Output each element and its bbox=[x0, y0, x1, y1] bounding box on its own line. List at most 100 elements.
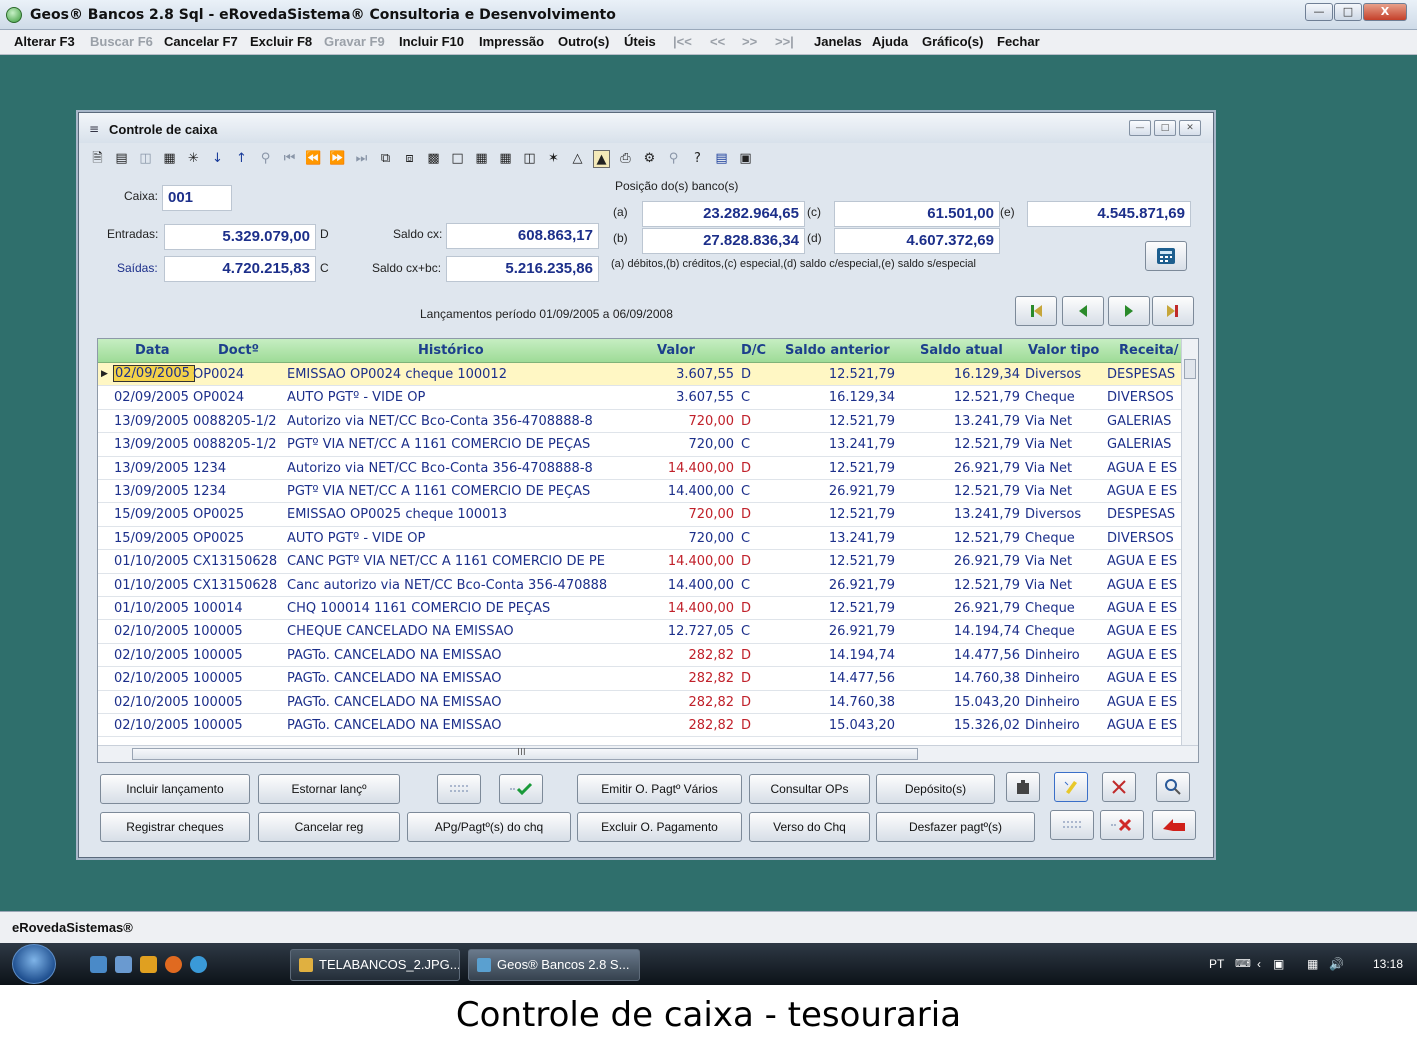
cell-valor[interactable]: 720,00 bbox=[689, 437, 735, 452]
menu-grafico[interactable]: Gráfico(s) bbox=[922, 34, 983, 49]
cell-dc[interactable]: D bbox=[741, 461, 761, 476]
new-icon[interactable]: 🗎 bbox=[89, 150, 106, 168]
cell-saldo-atual[interactable]: 12.521,79 bbox=[954, 484, 1020, 499]
table-row[interactable]: 13/09/2005 0088205-1/2 Autorizo via NET/CC… bbox=[98, 410, 1183, 434]
d-field[interactable]: 4.607.372,69 bbox=[834, 228, 1000, 254]
sort-desc-icon[interactable]: ↑ bbox=[233, 150, 250, 168]
saldo-cx-field[interactable]: 608.863,17 bbox=[446, 223, 599, 249]
menu-outros[interactable]: Outro(s) bbox=[558, 34, 609, 49]
cell-historico[interactable]: CHEQUE CANCELADO NA EMISSÃO bbox=[287, 624, 617, 639]
table-row[interactable]: 15/09/2005 OP0025 AUTO PGTº - VIDE OP 720,0… bbox=[98, 527, 1183, 551]
table-row[interactable]: 13/09/2005 1234 Autorizo via NET/CC Bco-Co… bbox=[98, 457, 1183, 480]
gear-icon[interactable]: ⚙ bbox=[641, 150, 658, 168]
cell-historico[interactable]: PAGTo. CANCELADO NA EMISSÃO bbox=[287, 648, 617, 663]
calendar-icon[interactable]: ◫ bbox=[521, 150, 538, 168]
cell-data[interactable]: 15/09/2005 bbox=[114, 531, 194, 546]
taskbar-item-telabancos[interactable]: TELABANCOS_2.JPG... bbox=[290, 949, 460, 981]
tray-expand-icon[interactable]: ‹ bbox=[1257, 957, 1261, 971]
table-row[interactable]: 02/10/2005 100005 PAGTo. CANCELADO NA EMIS… bbox=[98, 644, 1183, 668]
cell-data[interactable]: 01/10/2005 bbox=[114, 601, 194, 616]
menu-incluir[interactable]: Incluir F10 bbox=[399, 34, 464, 49]
menu-janelas[interactable]: Janelas bbox=[814, 34, 862, 49]
cell-valor-tipo[interactable]: Via Net bbox=[1025, 437, 1105, 452]
cell-dc[interactable]: D bbox=[741, 414, 761, 429]
language-indicator[interactable]: PT bbox=[1209, 957, 1224, 971]
cell-data[interactable]: 01/10/2005 bbox=[114, 554, 194, 569]
cell-valor-tipo[interactable]: Dinheiro bbox=[1025, 695, 1105, 710]
cell-docto[interactable]: 100005 bbox=[193, 695, 285, 710]
vscroll-thumb[interactable] bbox=[1184, 359, 1196, 379]
menu-cancelar[interactable]: Cancelar F7 bbox=[164, 34, 238, 49]
menu-first[interactable]: |<< bbox=[673, 34, 692, 49]
cell-dc[interactable]: D bbox=[741, 507, 761, 522]
menu-buscar[interactable]: Buscar F6 bbox=[90, 34, 153, 49]
cell-data[interactable]: 13/09/2005 bbox=[114, 461, 194, 476]
copy-doc-icon[interactable]: ▤ bbox=[113, 150, 130, 168]
menu-next[interactable]: >> bbox=[742, 34, 757, 49]
incluir-lancamento-button[interactable]: Incluir lançamento bbox=[100, 774, 250, 804]
cell-docto[interactable]: 100005 bbox=[193, 718, 285, 733]
cell-historico[interactable]: AUTO PGTº - VIDE OP bbox=[287, 390, 617, 405]
menu-fechar[interactable]: Fechar bbox=[997, 34, 1040, 49]
explorer-icon[interactable] bbox=[115, 956, 132, 973]
cell-saldo-atual[interactable]: 13.241,79 bbox=[954, 507, 1020, 522]
print-icon[interactable]: ⎙ bbox=[617, 150, 634, 168]
chart-icon[interactable]: ▤ bbox=[713, 150, 730, 168]
volume-icon[interactable]: 🔊 bbox=[1329, 957, 1344, 971]
cell-dc[interactable]: C bbox=[741, 531, 761, 546]
cell-saldo-atual[interactable]: 14.194,74 bbox=[954, 624, 1020, 639]
table-row[interactable]: 02/10/2005 100005 PAGTo. CANCELADO NA EMIS… bbox=[98, 691, 1183, 714]
first-record-icon[interactable]: ⏮ bbox=[281, 150, 298, 168]
cell-docto[interactable]: 1234 bbox=[193, 461, 285, 476]
cell-historico[interactable]: PAGTo. CANCELADO NA EMISSÃO bbox=[287, 695, 617, 710]
cell-data[interactable]: 02/10/2005 bbox=[114, 695, 194, 710]
col-data[interactable]: Data bbox=[135, 343, 170, 358]
cell-historico[interactable]: PAGTo. CANCELADO NA EMISSÃO bbox=[287, 671, 617, 686]
cell-saldo-atual[interactable]: 12.521,79 bbox=[954, 578, 1020, 593]
nav-first-button[interactable] bbox=[1015, 296, 1057, 326]
folder-icon[interactable]: ◫ bbox=[137, 150, 154, 168]
show-desktop-icon[interactable] bbox=[90, 956, 107, 973]
table-row[interactable]: ▶ 02/09/2005 OP0024 EMISSÃO OP0024 cheque 1… bbox=[98, 363, 1183, 387]
cell-saldo-atual[interactable]: 26.921,79 bbox=[954, 554, 1020, 569]
cell-docto[interactable]: 0088205-1/2 bbox=[193, 437, 285, 452]
col-docto[interactable]: Doctº bbox=[218, 343, 259, 358]
filter-icon[interactable]: ✳ bbox=[185, 150, 202, 168]
emitir-op-button[interactable]: Emitir O. Pagtº Vários bbox=[577, 774, 742, 804]
cell-valor[interactable]: 12.727,05 bbox=[668, 624, 734, 639]
deposito-button[interactable]: Depósito(s) bbox=[876, 774, 995, 804]
cell-historico[interactable]: PGTº VIA NET/CC A 1161 COMERCIO DE PEÇAS bbox=[287, 437, 617, 452]
cell-valor[interactable]: 3.607,55 bbox=[676, 390, 734, 405]
minimize-button[interactable]: — bbox=[1305, 3, 1333, 21]
cell-historico[interactable]: PAGTo. CANCELADO NA EMISSÃO bbox=[287, 718, 617, 733]
cell-valor-tipo[interactable]: Via Net bbox=[1025, 414, 1105, 429]
cell-docto[interactable]: OP0025 bbox=[193, 531, 285, 546]
taskbar-item-geos[interactable]: Geos® Bancos 2.8 S... bbox=[468, 949, 640, 981]
cell-docto[interactable]: 100005 bbox=[193, 671, 285, 686]
cell-data[interactable]: 02/10/2005 bbox=[114, 718, 194, 733]
cell-receita[interactable]: ÁGUA E ES bbox=[1107, 484, 1177, 499]
cell-saldo-atual[interactable]: 14.760,38 bbox=[954, 671, 1020, 686]
child-close-button[interactable]: ✕ bbox=[1179, 120, 1201, 136]
start-button[interactable] bbox=[12, 944, 56, 984]
cell-saldo-anterior[interactable]: 12.521,79 bbox=[829, 367, 895, 382]
cell-receita[interactable]: ÁGUA E ES bbox=[1107, 648, 1177, 663]
c-field[interactable]: 61.501,00 bbox=[834, 201, 1000, 227]
cell-receita[interactable]: GALERIAS bbox=[1107, 414, 1177, 429]
ie-icon[interactable] bbox=[190, 956, 207, 973]
cell-saldo-anterior[interactable]: 13.241,79 bbox=[829, 437, 895, 452]
cell-valor-tipo[interactable]: Via Net bbox=[1025, 484, 1105, 499]
paste-icon[interactable]: ⧈ bbox=[401, 150, 418, 168]
search-icon[interactable]: ⚲ bbox=[257, 150, 274, 168]
cell-receita[interactable]: DIVERSOS bbox=[1107, 531, 1177, 546]
tree-icon[interactable]: △ bbox=[569, 150, 586, 168]
cell-saldo-anterior[interactable]: 14.477,56 bbox=[829, 671, 895, 686]
cell-data[interactable]: 02/10/2005 bbox=[114, 648, 194, 663]
cell-valor[interactable]: 720,00 bbox=[689, 507, 735, 522]
cell-receita[interactable]: DIVERSOS bbox=[1107, 390, 1177, 405]
grid-view-icon[interactable]: ▩ bbox=[425, 150, 442, 168]
form-view-icon[interactable]: □ bbox=[449, 150, 466, 168]
cell-docto[interactable]: 100005 bbox=[193, 648, 285, 663]
cell-valor-tipo[interactable]: Dinheiro bbox=[1025, 718, 1105, 733]
cell-docto[interactable]: OP0024 bbox=[193, 390, 285, 405]
